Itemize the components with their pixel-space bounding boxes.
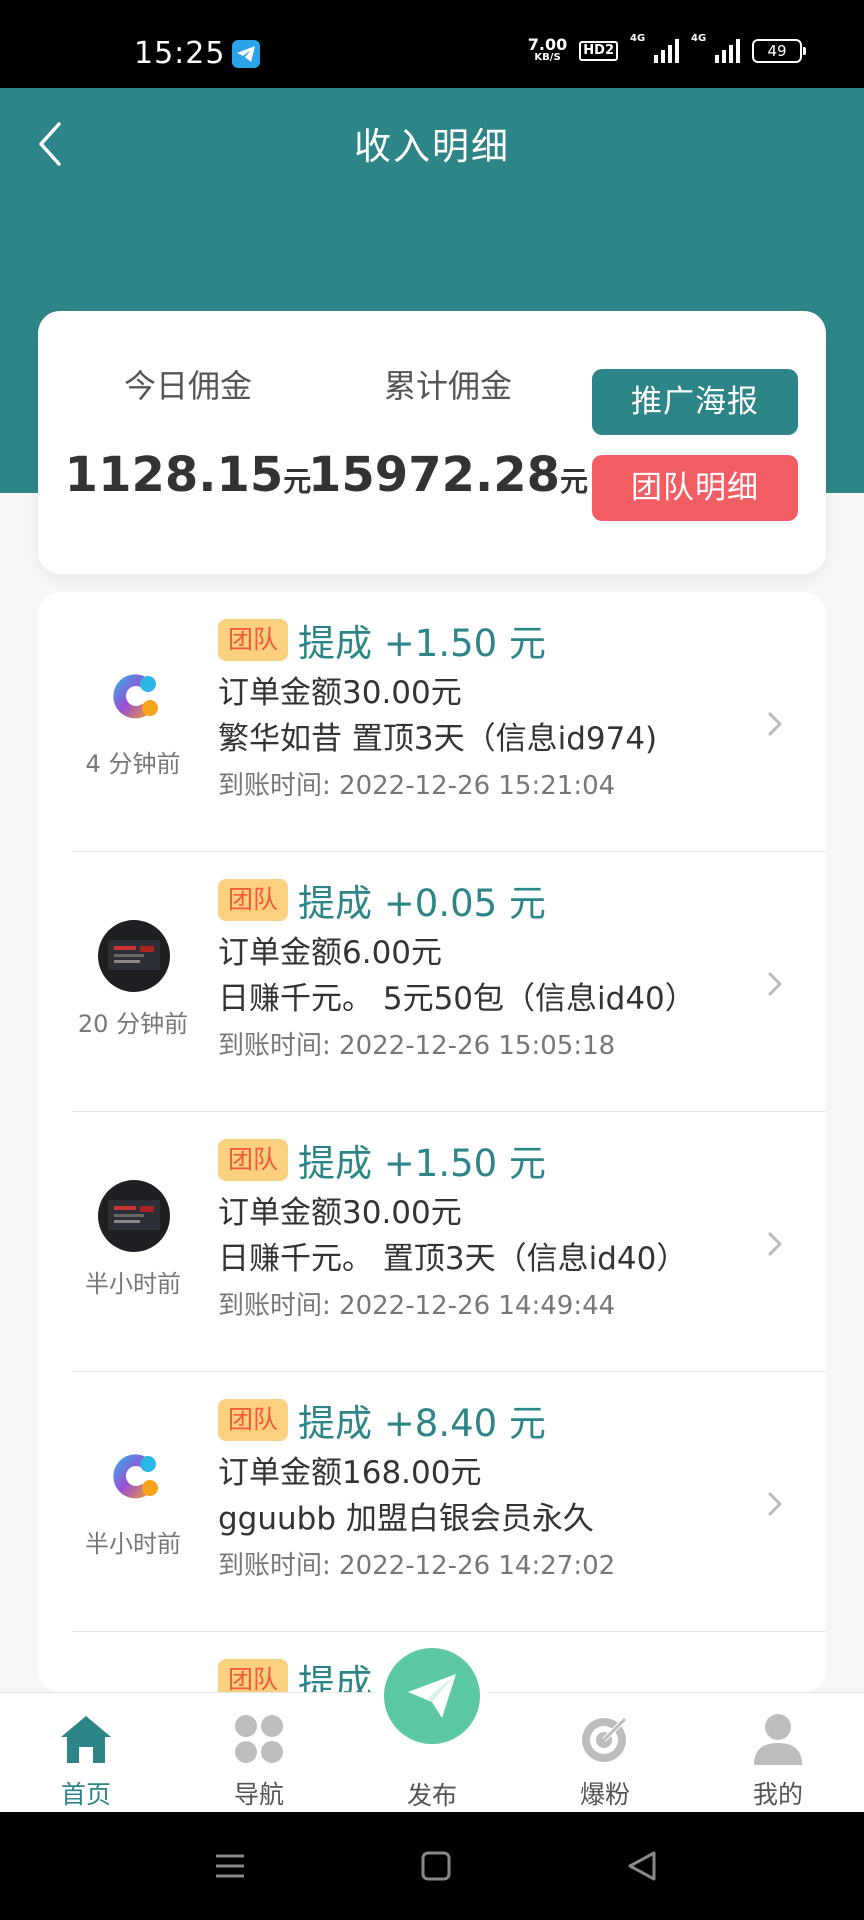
chevron-right-icon	[768, 712, 782, 736]
user-icon	[750, 1711, 806, 1767]
nav-label: 首页	[60, 1780, 111, 1809]
app-logo-icon	[113, 674, 158, 719]
total-commission-value: 15972.28	[308, 447, 561, 503]
send-icon	[408, 1674, 456, 1718]
chevron-right-icon	[768, 1232, 782, 1256]
signal-icon: 4G	[691, 33, 740, 63]
currency-unit: 元	[560, 465, 589, 498]
time-ago: 半小时前	[85, 1530, 181, 1558]
nav-mine[interactable]: 我的	[718, 1711, 838, 1811]
back-triangle-icon[interactable]	[622, 1846, 662, 1886]
nav-navigation[interactable]: 导航	[199, 1711, 319, 1811]
nav-boost[interactable]: 爆粉	[545, 1711, 665, 1811]
avatar	[98, 660, 170, 732]
today-commission-value: 1128.15	[64, 447, 284, 503]
time-ago: 20 分钟前	[77, 1010, 189, 1038]
commission-amount: 提成 +1.50 元	[298, 1142, 546, 1185]
home-square-icon[interactable]	[416, 1846, 456, 1886]
arrival-time: 到账时间: 2022-12-26 15:21:04	[218, 771, 616, 801]
signal-icon: 4G	[630, 33, 679, 63]
target-icon	[577, 1711, 633, 1767]
team-tag: 团队	[218, 879, 289, 921]
status-bar: 15:25 7.00 KB/S HD2 4G 4G 49	[0, 0, 864, 88]
order-amount: 订单金额30.00元	[218, 675, 462, 711]
status-time: 15:25	[134, 36, 226, 71]
today-commission-label: 今日佣金	[123, 367, 252, 405]
order-amount: 订单金额30.00元	[218, 1195, 462, 1231]
page-title: 收入明细	[354, 125, 510, 168]
record-description: 日赚千元。 置顶3天（信息id40）	[218, 1241, 688, 1277]
time-ago: 半小时前	[85, 1270, 181, 1298]
team-tag: 团队	[218, 619, 289, 661]
team-tag: 团队	[218, 1139, 289, 1181]
total-commission-label: 累计佣金	[383, 367, 512, 405]
telegram-icon	[232, 40, 260, 68]
hd-voice-icon: HD2	[579, 41, 618, 61]
nav-label: 导航	[233, 1780, 284, 1809]
commission-amount: 提成 +8.40 元	[298, 1402, 546, 1445]
nav-label: 爆粉	[579, 1780, 630, 1809]
chevron-right-icon	[768, 1492, 782, 1516]
nav-home[interactable]: 首页	[26, 1711, 146, 1811]
order-amount: 订单金额168.00元	[218, 1455, 482, 1491]
commission-amount: 提成 +0.05 元	[298, 882, 546, 925]
avatar	[98, 1180, 170, 1252]
system-nav-bar	[0, 1812, 864, 1920]
user-photo-icon	[108, 1200, 160, 1230]
total-commission: 累计佣金 15972.28元	[308, 361, 588, 503]
network-speed: 7.00 KB/S	[527, 35, 568, 64]
record-description: gguubb 加盟白银会员永久	[218, 1501, 594, 1537]
avatar	[98, 1440, 170, 1512]
team-tag: 团队	[218, 1399, 289, 1441]
list-item[interactable]: 半小时前 团队 提成 +8.40 元 订单金额168.00元 gguubb 加盟…	[38, 1372, 826, 1632]
team-details-button[interactable]: 团队明细	[592, 455, 798, 521]
today-commission: 今日佣金 1128.15元	[58, 361, 318, 503]
nav-label: 我的	[752, 1780, 803, 1809]
promo-poster-button[interactable]: 推广海报	[592, 369, 798, 435]
list-item[interactable]: 4 分钟前 团队 提成 +1.50 元 订单金额30.00元 繁华如昔 置顶3天…	[38, 592, 826, 852]
record-description: 繁华如昔 置顶3天（信息id974)	[218, 721, 658, 757]
income-record-list: 4 分钟前 团队 提成 +1.50 元 订单金额30.00元 繁华如昔 置顶3天…	[38, 592, 826, 1692]
status-indicators: 7.00 KB/S HD2 4G 4G 49	[527, 33, 806, 64]
list-item[interactable]: 20 分钟前 团队 提成 +0.05 元 订单金额6.00元 日赚千元。 5元5…	[38, 852, 826, 1112]
commission-amount: 提成	[298, 1662, 373, 1692]
nav-label: 发布	[406, 1781, 457, 1810]
commission-summary-card: 今日佣金 1128.15元 累计佣金 15972.28元 推广海报 团队明细	[38, 311, 826, 574]
home-icon	[58, 1711, 114, 1767]
list-item[interactable]: 半小时前 团队 提成 +1.50 元 订单金额30.00元 日赚千元。 置顶3天…	[38, 1112, 826, 1372]
arrival-time: 到账时间: 2022-12-26 15:05:18	[218, 1031, 616, 1061]
publish-button[interactable]	[384, 1648, 480, 1744]
battery-icon: 49	[752, 39, 806, 63]
team-tag: 团队	[218, 1659, 289, 1692]
menu-icon[interactable]	[210, 1846, 250, 1886]
order-amount: 订单金额6.00元	[218, 935, 443, 971]
arrival-time: 到账时间: 2022-12-26 14:49:44	[218, 1291, 616, 1321]
app-logo-icon	[113, 1454, 158, 1499]
record-description: 日赚千元。 5元50包（信息id40）	[218, 981, 696, 1017]
chevron-right-icon	[768, 972, 782, 996]
commission-amount: 提成 +1.50 元	[298, 622, 546, 665]
user-photo-icon	[108, 940, 160, 970]
arrival-time: 到账时间: 2022-12-26 14:27:02	[218, 1551, 616, 1581]
grid-icon	[231, 1711, 287, 1767]
time-ago: 4 分钟前	[85, 750, 181, 778]
avatar	[98, 920, 170, 992]
